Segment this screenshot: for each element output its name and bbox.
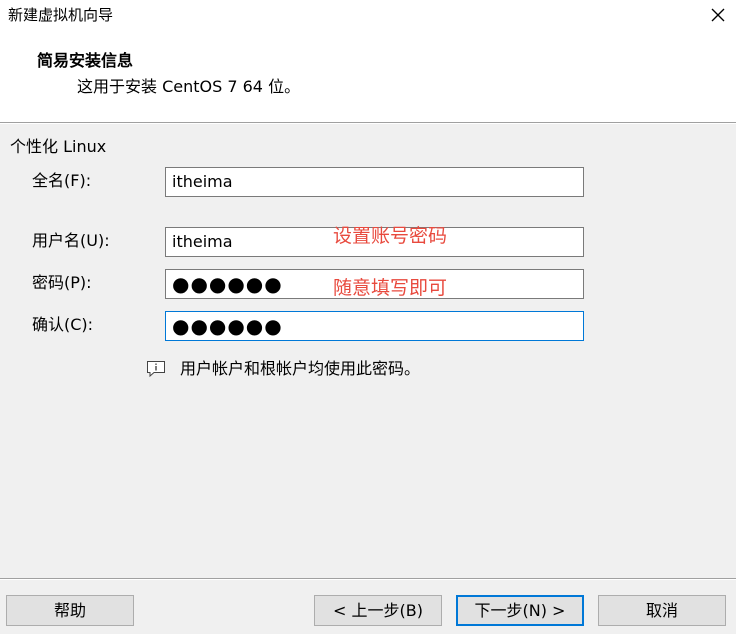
password-info: 用户帐户和根帐户均使用此密码。	[146, 358, 420, 380]
help-button[interactable]: 帮助	[6, 595, 134, 626]
confirm-password-input[interactable]: ●●●●●●	[165, 311, 584, 341]
full-name-label: 全名(F):	[32, 171, 92, 190]
page-title: 简易安装信息	[37, 51, 134, 70]
page-subtitle: 这用于安装 CentOS 7 64 位。	[77, 77, 301, 96]
annotation-fill-any: 随意填写即可	[333, 277, 448, 299]
full-name-input[interactable]: itheima	[165, 167, 584, 197]
annotation-set-account: 设置账号密码	[333, 225, 448, 247]
cancel-button[interactable]: 取消	[598, 595, 726, 626]
next-button[interactable]: 下一步(N) >	[456, 595, 584, 626]
form-panel: 个性化 Linux 全名(F): itheima 用户名(U): itheima…	[0, 124, 736, 578]
group-label: 个性化 Linux	[10, 137, 107, 156]
wizard-footer: 帮助 < 上一步(B) 下一步(N) > 取消	[0, 580, 736, 634]
username-label: 用户名(U):	[32, 231, 110, 250]
info-icon	[147, 361, 165, 378]
window-title: 新建虚拟机向导	[8, 6, 114, 24]
close-button[interactable]	[700, 0, 736, 30]
back-button[interactable]: < 上一步(B)	[314, 595, 442, 626]
title-bar: 新建虚拟机向导	[0, 0, 736, 30]
password-label: 密码(P):	[32, 273, 92, 292]
info-text: 用户帐户和根帐户均使用此密码。	[180, 359, 421, 378]
close-icon	[711, 8, 725, 22]
wizard-header: 简易安装信息 这用于安装 CentOS 7 64 位。	[0, 30, 736, 122]
confirm-password-label: 确认(C):	[32, 315, 94, 334]
